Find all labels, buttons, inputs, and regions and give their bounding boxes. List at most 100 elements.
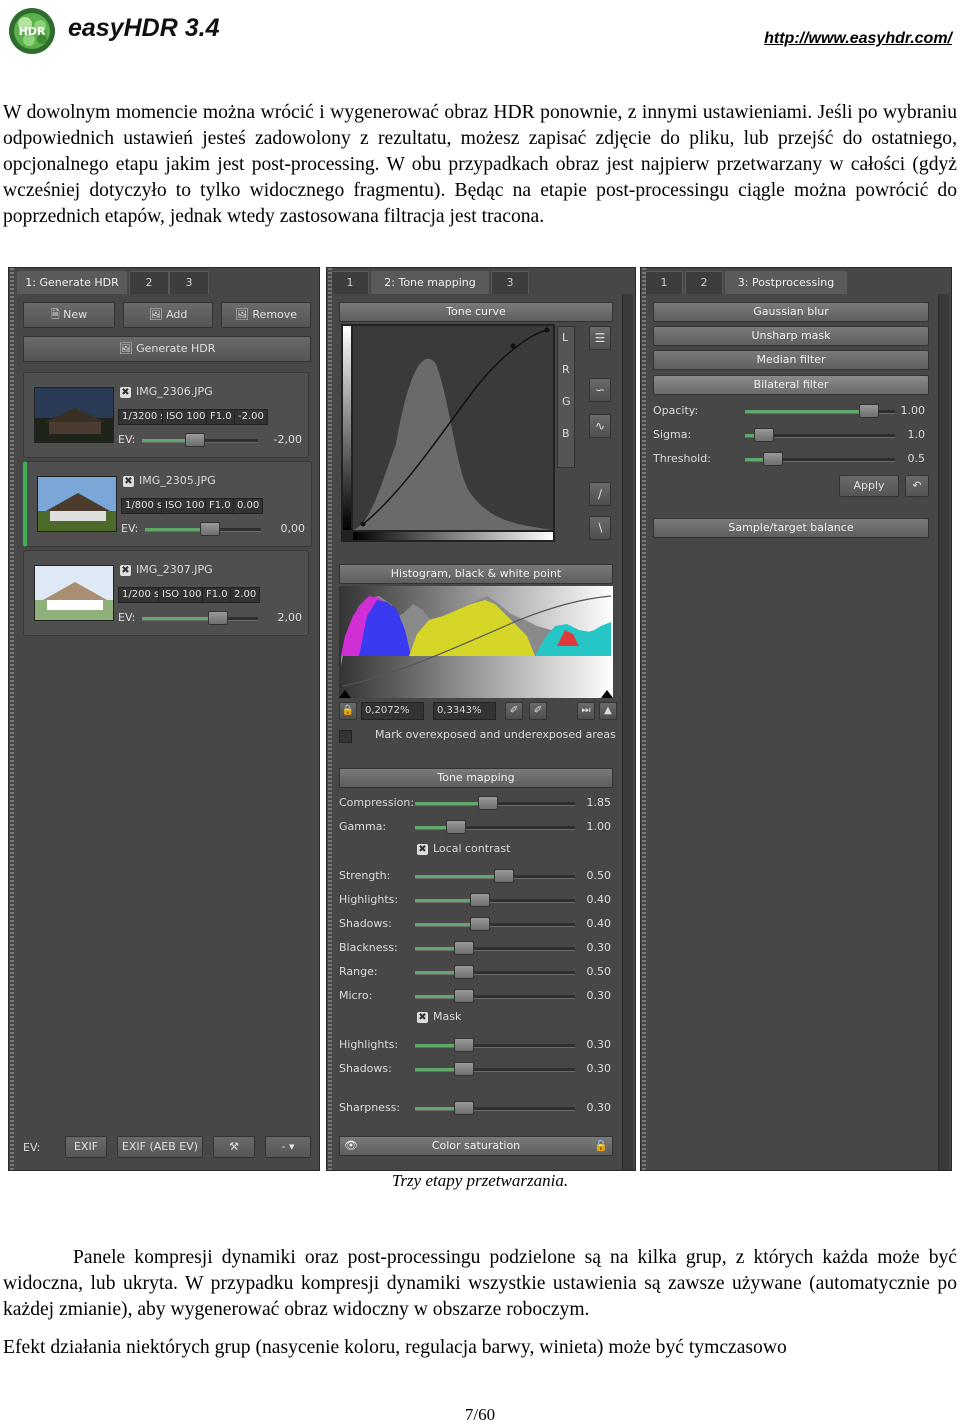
undo-button[interactable]: ↶ (905, 475, 929, 497)
eyedropper-white-icon[interactable]: ✐ (529, 702, 547, 720)
tone-mapping-slider-track[interactable] (415, 965, 575, 979)
sample-target-balance-header[interactable]: Sample/target balance (653, 518, 929, 538)
ev-slider[interactable] (142, 433, 258, 447)
tone-mapping-slider-knob[interactable] (454, 965, 474, 979)
tone-mapping-slider-knob[interactable] (478, 796, 498, 810)
tab-1[interactable]: 1 (645, 271, 683, 294)
collapse-icon[interactable]: ▲ (599, 702, 617, 720)
bilateral-filter-header[interactable]: Bilateral filter (653, 375, 929, 395)
tab-generate-hdr[interactable]: 1: Generate HDR (17, 271, 127, 294)
histogram-header[interactable]: Histogram, black & white point (339, 564, 613, 584)
postprocessing-slider-track[interactable] (745, 404, 895, 418)
eyedropper-black-icon[interactable]: ✐ (505, 702, 523, 720)
channel-r[interactable]: R (562, 363, 570, 376)
panel-resize-handle[interactable] (328, 268, 332, 1170)
eye-icon[interactable]: 👁 (344, 1137, 358, 1155)
curve-reset-icon[interactable]: ∖ (589, 516, 611, 540)
add-button[interactable]: 🖼 Add (123, 302, 213, 328)
median-filter-header[interactable]: Median filter (653, 350, 929, 370)
new-button[interactable]: 🗎 New (23, 302, 115, 328)
tab-3[interactable]: 3 (169, 271, 209, 294)
tone-mapping-slider-track[interactable] (415, 989, 575, 1003)
tab-1[interactable]: 1 (331, 271, 369, 294)
align-tool-button[interactable]: ⚒ (213, 1136, 255, 1158)
tab-postprocessing[interactable]: 3: Postprocessing (725, 271, 847, 294)
lock-icon[interactable]: 🔒 (594, 1137, 608, 1155)
lock-icon[interactable]: 🔒 (339, 702, 357, 720)
remove-image-icon[interactable]: ✖ (120, 565, 131, 576)
image-filename: IMG_2307.JPG (136, 563, 213, 576)
tone-mapping-slider-track[interactable] (415, 1038, 575, 1052)
panel2-scrollbar[interactable] (622, 294, 633, 1170)
tone-mapping-slider-track[interactable] (415, 820, 575, 834)
website-link[interactable]: http://www.easyhdr.com/ (764, 30, 952, 48)
postprocessing-slider-value: 1.0 (907, 428, 926, 441)
ev-slider-knob[interactable] (208, 611, 229, 625)
mark-areas-checkbox[interactable] (339, 730, 352, 743)
channel-b[interactable]: B (562, 427, 570, 440)
tone-curve-chart[interactable] (341, 324, 555, 542)
tab-2[interactable]: 2 (685, 271, 723, 294)
tone-mapping-slider-track[interactable] (415, 869, 575, 883)
panel3-scrollbar[interactable] (938, 294, 949, 1170)
tone-mapping-slider-knob[interactable] (454, 1101, 474, 1115)
tone-mapping-slider-track[interactable] (415, 1062, 575, 1076)
color-saturation-header[interactable]: 👁 Color saturation 🔒 (339, 1136, 613, 1156)
image-card[interactable]: ✖ IMG_2307.JPG 1/200 s ISO 100 F1.0 2.00… (23, 550, 309, 636)
tone-mapping-slider-track[interactable] (415, 1101, 575, 1115)
postprocessing-slider-knob[interactable] (763, 452, 783, 466)
black-point-input[interactable]: 0,2072% (361, 702, 424, 720)
tone-mapping-slider-knob[interactable] (454, 989, 474, 1003)
tone-mapping-slider-knob[interactable] (494, 869, 514, 883)
image-card[interactable]: ✖ IMG_2306.JPG 1/3200 s ISO 100 F1.0 -2.… (23, 372, 309, 458)
tone-mapping-slider-track[interactable] (415, 917, 575, 931)
channel-l[interactable]: L (562, 331, 568, 344)
local-contrast-checkbox-icon[interactable]: ✖ (417, 844, 428, 855)
tab-tone-mapping[interactable]: 2: Tone mapping (371, 271, 489, 294)
ev-slider-knob[interactable] (185, 433, 206, 447)
tab-2[interactable]: 2 (129, 271, 169, 294)
tone-mapping-slider-knob[interactable] (446, 820, 466, 834)
white-point-input[interactable]: 0,3343% (433, 702, 496, 720)
ev-dropdown[interactable]: - ▾ (265, 1136, 311, 1158)
skip-icon[interactable]: ⏭ (577, 702, 595, 720)
tone-mapping-slider-track[interactable] (415, 893, 575, 907)
postprocessing-slider-track[interactable] (745, 452, 895, 466)
panel-resize-handle[interactable] (642, 268, 646, 1170)
gaussian-blur-header[interactable]: Gaussian blur (653, 302, 929, 322)
tone-curve-header[interactable]: Tone curve (339, 302, 613, 322)
postprocessing-slider-track[interactable] (745, 428, 895, 442)
tone-mapping-header[interactable]: Tone mapping (339, 768, 613, 788)
channel-g[interactable]: G (562, 395, 571, 408)
apply-button[interactable]: Apply (839, 475, 899, 497)
tone-mapping-slider-knob[interactable] (454, 1038, 474, 1052)
menu-list-icon[interactable]: ☰ (589, 326, 611, 350)
exif-aeb-button[interactable]: EXIF (AEB EV) (117, 1136, 203, 1158)
curve-linear-icon[interactable]: ∕ (589, 482, 611, 506)
ev-slider[interactable] (142, 611, 258, 625)
tone-mapping-slider-knob[interactable] (470, 917, 490, 931)
tone-mapping-slider-knob[interactable] (454, 1062, 474, 1076)
tone-mapping-slider-track[interactable] (415, 796, 575, 810)
tone-mapping-slider-value: 0.30 (586, 1038, 612, 1051)
tone-mapping-slider-track[interactable] (415, 941, 575, 955)
tone-mapping-slider-knob[interactable] (454, 941, 474, 955)
postprocessing-slider-knob[interactable] (859, 404, 879, 418)
mask-checkbox-icon[interactable]: ✖ (417, 1012, 428, 1023)
remove-image-icon[interactable]: ✖ (120, 387, 131, 398)
image-card[interactable]: ✖ IMG_2305.JPG 1/800 s ISO 100 F1.0 0.00… (23, 461, 312, 547)
curve-preset-icon[interactable]: ∽ (589, 378, 611, 402)
ev-slider-knob[interactable] (199, 522, 220, 536)
postprocessing-slider-knob[interactable] (754, 428, 774, 442)
tab-3[interactable]: 3 (491, 271, 529, 294)
remove-image-icon[interactable]: ✖ (123, 476, 134, 487)
unsharp-mask-header[interactable]: Unsharp mask (653, 326, 929, 346)
exif-button[interactable]: EXIF (65, 1136, 107, 1158)
ev-slider[interactable] (145, 522, 261, 536)
remove-button[interactable]: 🖼 Remove (221, 302, 311, 328)
curve-smooth-icon[interactable]: ∿ (589, 414, 611, 438)
histogram-chart[interactable] (339, 586, 613, 698)
generate-hdr-button[interactable]: 🖼 Generate HDR (23, 336, 311, 362)
tone-mapping-slider-knob[interactable] (470, 893, 490, 907)
panel-resize-handle[interactable] (10, 268, 14, 1170)
